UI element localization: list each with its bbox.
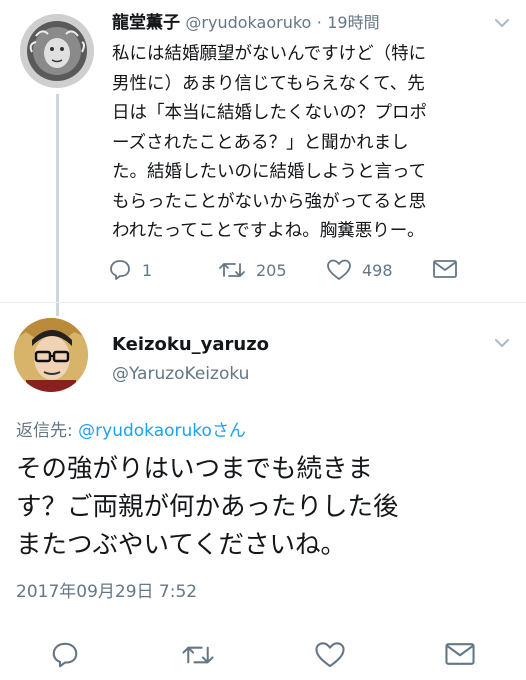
tweet-actions bbox=[0, 640, 526, 676]
reply-button[interactable] bbox=[50, 640, 80, 674]
reply-suffix: さん bbox=[211, 421, 246, 441]
reply-icon bbox=[110, 260, 130, 280]
retweet-count: 205 bbox=[256, 260, 287, 280]
handle[interactable]: @YaruzoKeizoku bbox=[112, 364, 249, 384]
chevron-down-icon[interactable] bbox=[494, 338, 510, 348]
thread-connector-line bbox=[56, 94, 59, 316]
reply-button[interactable]: 1 bbox=[108, 258, 152, 282]
cartoon-face-avatar-icon bbox=[14, 318, 88, 392]
message-icon bbox=[445, 643, 475, 665]
reply-icon bbox=[52, 642, 78, 668]
like-icon bbox=[327, 259, 351, 280]
reply-context: 返信先: @ryudokaorukoさん bbox=[16, 416, 246, 441]
message-icon bbox=[433, 260, 457, 278]
retweet-button[interactable]: 205 bbox=[218, 258, 287, 282]
display-name[interactable]: Keizoku_yaruzo bbox=[112, 334, 269, 355]
like-count: 498 bbox=[362, 260, 393, 280]
retweet-icon bbox=[219, 263, 245, 277]
tweet-time[interactable]: 19時間 bbox=[327, 13, 379, 32]
like-button[interactable]: 498 bbox=[326, 258, 393, 282]
retweet-icon bbox=[182, 646, 214, 664]
tweet-actions: 1 205 498 bbox=[108, 258, 478, 284]
avatar[interactable] bbox=[14, 318, 88, 392]
like-icon bbox=[315, 642, 345, 668]
tweet-text: 私には結婚願望がないんですけど（特に 男性に）あまり信じてもらえなくて、先 日は… bbox=[112, 44, 427, 241]
like-button[interactable] bbox=[314, 640, 346, 674]
message-button[interactable] bbox=[444, 640, 476, 672]
message-button[interactable] bbox=[432, 258, 458, 280]
tweet-divider bbox=[0, 302, 526, 303]
retweet-button[interactable] bbox=[181, 640, 215, 674]
reply-prefix: 返信先: bbox=[16, 421, 79, 441]
handle[interactable]: @ryudokaoruko bbox=[185, 13, 311, 32]
meta-separator: · bbox=[316, 13, 322, 32]
tweet-timestamp[interactable]: 2017年09月29日 7:52 bbox=[16, 577, 197, 602]
display-name[interactable]: 龍堂薫子 bbox=[112, 13, 180, 33]
avatar[interactable] bbox=[20, 14, 94, 88]
tweet-header: 龍堂薫子 @ryudokaoruko · 19時間 bbox=[112, 8, 380, 33]
chevron-down-icon[interactable] bbox=[494, 18, 510, 28]
reply-mention-link[interactable]: @ryudokaoruko bbox=[78, 421, 212, 441]
medusa-logo-icon bbox=[20, 14, 94, 88]
reply-count: 1 bbox=[142, 260, 153, 280]
tweet-text: その強がりはいつまでも続きま す？ご両親が何かあったりした後 またつぶやいてくだ… bbox=[16, 454, 399, 560]
